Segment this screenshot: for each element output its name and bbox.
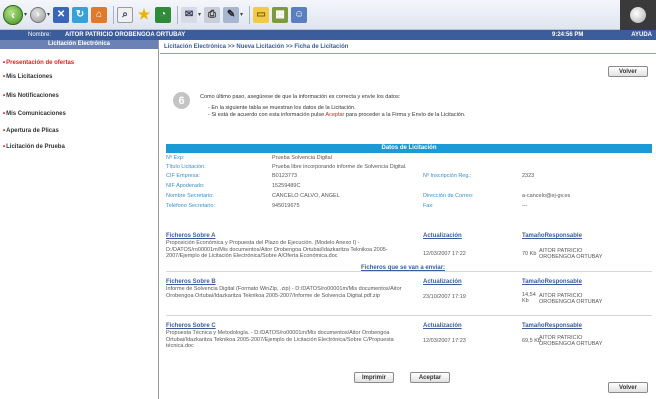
mail-icon: ✉ bbox=[181, 6, 198, 23]
datos-value-titulo: Prueba libre incorporando informe de Sol… bbox=[272, 164, 407, 170]
browser-toolbar: ‹ ▾ › ▾ ✕ ↻ ⌂ ⌕ ★ ◔ ✉ ▾ ⎙ ✎ ▾ ▭ ▦ ☺ bbox=[0, 0, 656, 30]
help-link[interactable]: AYUDA bbox=[631, 32, 652, 38]
back-arrow-icon: ‹ bbox=[3, 4, 23, 25]
back-button[interactable]: ‹ ▾ bbox=[3, 4, 27, 26]
search-icon: ⌕ bbox=[117, 6, 134, 23]
main-content: Licitación Electrónica >> Nueva Licitaci… bbox=[160, 40, 656, 399]
folder-icon: ▭ bbox=[253, 6, 270, 23]
datos-label-nif: NIF Apoderado: bbox=[166, 183, 205, 189]
aceptar-button[interactable]: Aceptar bbox=[410, 372, 450, 383]
datos-value-fax: --- bbox=[522, 203, 528, 209]
datos-label-correo: Dirección de Correo: bbox=[423, 193, 474, 199]
datos-value-nif: 15259489C bbox=[272, 183, 301, 189]
refresh-icon: ↻ bbox=[72, 6, 89, 23]
sidebar-item-mis-notificaciones[interactable]: •Mis Notificaciones bbox=[3, 93, 59, 99]
favorites-button[interactable]: ★ bbox=[136, 4, 152, 26]
datos-value-exp: Prueba Solvencia Digital bbox=[272, 155, 332, 161]
sobre-b-heading[interactable]: Ficheros Sobre B bbox=[166, 279, 216, 285]
home-icon: ⌂ bbox=[91, 6, 108, 23]
datos-value-inscripcion: 2323 bbox=[522, 173, 535, 179]
forward-arrow-icon: › bbox=[30, 6, 47, 23]
forward-button[interactable]: › ▾ bbox=[30, 4, 50, 26]
col-actualizacion-a: Actualización bbox=[423, 233, 462, 239]
datos-label-titulo: Título Licitación: bbox=[166, 164, 206, 170]
sobre-b-size: 14,54 Kb bbox=[522, 292, 536, 304]
sidebar: Licitación Electrónica •Presentación de … bbox=[0, 40, 159, 399]
volver-button-top[interactable]: Volver bbox=[608, 66, 648, 77]
sidebar-item-presentacion[interactable]: •Presentación de ofertas bbox=[3, 60, 74, 66]
search-button[interactable]: ⌕ bbox=[117, 4, 134, 26]
datos-label-telefono: Teléfono Secretario: bbox=[166, 203, 215, 209]
breadcrumb: Licitación Electrónica >> Nueva Licitaci… bbox=[164, 44, 349, 50]
col-tamano-c: TamañoResponsable bbox=[522, 323, 582, 329]
sobre-a-date: 12/03/2007 17:22 bbox=[423, 251, 466, 257]
col-tamano-b: TamañoResponsable bbox=[522, 279, 582, 285]
sidebar-item-mis-comunicaciones[interactable]: •Mis Comunicaciones bbox=[3, 111, 66, 117]
sobre-b-description: Informe de Solvencia Digital (Formato Wi… bbox=[166, 286, 402, 299]
clock-time: 9:24:56 PM bbox=[552, 32, 584, 38]
sobre-b-date: 23/10/2007 17:19 bbox=[423, 294, 466, 300]
user-name: AITOR PATRICIO OROBENGOA ORTUBAY bbox=[65, 32, 186, 38]
print-icon: ⎙ bbox=[204, 6, 221, 23]
datos-value-cif: B0123773 bbox=[272, 173, 298, 179]
sobre-a-description: Proposición Económica y Propuesta del Pl… bbox=[166, 240, 388, 259]
print-button[interactable]: ⎙ bbox=[204, 4, 221, 26]
refresh-button[interactable]: ↻ bbox=[72, 4, 89, 26]
sobre-c-date: 12/03/2007 17:23 bbox=[423, 338, 466, 344]
file-divider bbox=[166, 271, 652, 272]
datos-label-inscripcion: Nº Inscripción Reg.: bbox=[423, 173, 472, 179]
datos-value-telefono: 945019675 bbox=[272, 203, 300, 209]
star-icon: ★ bbox=[137, 6, 151, 22]
step-number-icon: 6 bbox=[173, 92, 190, 109]
datos-label-secretario: Nombre Secretario: bbox=[166, 193, 214, 199]
sidebar-title: Licitación Electrónica bbox=[0, 40, 158, 49]
messenger-button[interactable]: ☺ bbox=[291, 4, 308, 26]
col-actualizacion-c: Actualización bbox=[423, 323, 462, 329]
research-icon: ▦ bbox=[272, 6, 289, 23]
file-divider bbox=[166, 315, 652, 316]
header-bar: Nombre: AITOR PATRICIO OROBENGOA ORTUBAY… bbox=[0, 30, 656, 40]
sobre-c-description: Propuesta Técnica y Metodología. - D:/DA… bbox=[166, 330, 394, 349]
instruction-bullet-1: - En la siguiente tabla se muestran los … bbox=[208, 105, 356, 111]
stop-icon: ✕ bbox=[53, 6, 70, 23]
datos-value-correo: a-cancelo@ej-gv.es bbox=[522, 193, 571, 199]
windows-logo-icon bbox=[620, 0, 656, 30]
sobre-b-responsable: AITOR PATRICIO OROBENGOA ORTUBAY bbox=[539, 293, 603, 305]
sidebar-item-apertura-plicas[interactable]: •Apertura de Plicas bbox=[3, 128, 59, 134]
col-tamano-a: TamañoResponsable bbox=[522, 233, 582, 239]
imprimir-button[interactable]: Imprimir bbox=[354, 372, 394, 383]
sidebar-item-licitacion-prueba[interactable]: •Licitación de Prueba bbox=[3, 144, 65, 150]
sobre-a-size: 70 Kb bbox=[522, 251, 537, 257]
user-name-label: Nombre: bbox=[28, 32, 52, 38]
folder-button[interactable]: ▭ bbox=[253, 4, 270, 26]
home-button[interactable]: ⌂ bbox=[91, 4, 108, 26]
edit-icon: ✎ bbox=[223, 6, 240, 23]
instruction-bullet-2: - Si está de acuerdo con esta informació… bbox=[208, 112, 466, 118]
sobre-a-heading[interactable]: Ficheros Sobre A bbox=[166, 233, 215, 239]
aceptar-inline-link[interactable]: Aceptar bbox=[325, 112, 344, 118]
datos-licitacion-title: Datos de Licitación bbox=[166, 144, 652, 153]
col-actualizacion-b: Actualización bbox=[423, 279, 462, 285]
research-button[interactable]: ▦ bbox=[272, 4, 289, 26]
sobre-c-heading[interactable]: Ficheros Sobre C bbox=[166, 323, 216, 329]
datos-label-exp: Nº Exp: bbox=[166, 155, 185, 161]
breadcrumb-divider bbox=[160, 53, 656, 54]
sobre-c-responsable: AITOR PATRICIO OROBENGOA ORTUBAY bbox=[539, 335, 603, 347]
mail-button[interactable]: ✉ ▾ bbox=[181, 4, 201, 26]
datos-label-fax: Fax: bbox=[423, 203, 434, 209]
history-icon: ◔ bbox=[155, 6, 172, 23]
history-button[interactable]: ◔ bbox=[155, 4, 172, 26]
sidebar-item-mis-licitaciones[interactable]: •Mis Licitaciones bbox=[3, 74, 52, 80]
intro-text: Como último paso, asegúrese de que la in… bbox=[200, 94, 401, 100]
stop-button[interactable]: ✕ bbox=[53, 4, 70, 26]
volver-button-bottom[interactable]: Volver bbox=[608, 382, 648, 393]
messenger-icon: ☺ bbox=[291, 6, 308, 23]
edit-button[interactable]: ✎ ▾ bbox=[223, 4, 243, 26]
datos-label-cif: CIF Empresa: bbox=[166, 173, 200, 179]
datos-value-secretario: CANCELO CALVO, ANGEL bbox=[272, 193, 340, 199]
sobre-a-responsable: AITOR PATRICIO OROBENGOA ORTUBAY bbox=[539, 248, 603, 260]
